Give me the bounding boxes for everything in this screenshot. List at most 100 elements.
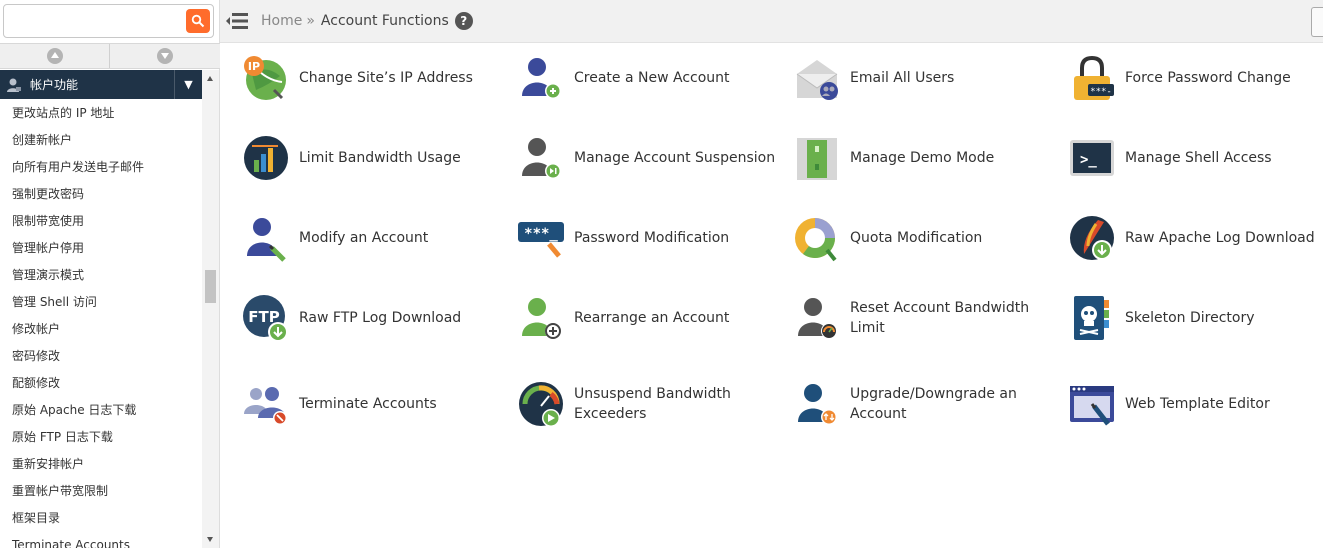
function-label[interactable]: Raw Apache Log Download (1125, 228, 1315, 248)
function-tile[interactable]: ***_ Password Modification (517, 208, 787, 268)
scroll-thumb[interactable] (205, 270, 216, 303)
function-label[interactable]: Web Template Editor (1125, 394, 1270, 414)
function-label[interactable]: Manage Account Suspension (574, 148, 775, 168)
sidebar-menu: 更改站点的 IP 地址 创建新帐户 向所有用户发送电子邮件 强制更改密码 限制带宽使用管… (0, 100, 202, 548)
sidebar-item[interactable]: 原始 Apache 日志下载 (0, 397, 202, 424)
caret-down-icon[interactable]: ▼ (174, 70, 202, 99)
sidebar-item[interactable]: 创建新帐户 (0, 127, 202, 154)
sidebar-item[interactable]: 框架目录 (0, 505, 202, 532)
terminate-icon (244, 387, 287, 425)
function-tile[interactable]: Raw Apache Log Download (1068, 208, 1323, 268)
bandwidth-icon (244, 136, 288, 180)
suspension-icon (522, 138, 561, 179)
function-tile[interactable]: Upgrade/Downgrade an Account (793, 374, 1063, 434)
svg-text:>_: >_ (1080, 152, 1097, 168)
function-label[interactable]: Rearrange an Account (574, 308, 729, 328)
sidebar-item[interactable]: 密码修改 (0, 343, 202, 370)
menu-toggle-icon[interactable] (226, 10, 250, 32)
svg-text:***_: ***_ (524, 226, 558, 242)
sidebar-item[interactable]: 限制带宽使用 (0, 208, 202, 235)
ftp-log-icon: FTP (243, 295, 288, 342)
password-icon: ***_ (518, 222, 564, 258)
function-label[interactable]: Quota Modification (850, 228, 982, 248)
function-tile[interactable]: Manage Demo Mode (793, 128, 1063, 188)
function-tile[interactable]: >_ Manage Shell Access (1068, 128, 1323, 188)
function-label[interactable]: Create a New Account (574, 68, 730, 88)
topbar-right-control[interactable] (1311, 7, 1323, 37)
sidebar-item[interactable]: Terminate Accounts (0, 532, 202, 548)
function-label[interactable]: Terminate Accounts (299, 394, 437, 414)
demo-mode-icon (797, 138, 837, 180)
sidebar-item[interactable]: 强制更改密码 (0, 181, 202, 208)
function-label[interactable]: Force Password Change (1125, 68, 1291, 88)
breadcrumb-home[interactable]: Home (261, 13, 302, 29)
function-tile[interactable]: Skeleton Directory (1068, 288, 1323, 348)
sidebar-group-header[interactable]: 帐户功能 ▼ (0, 70, 202, 99)
skeleton-icon (1074, 296, 1109, 340)
function-label[interactable]: Email All Users (850, 68, 954, 88)
function-tile[interactable]: Create a New Account (517, 48, 787, 108)
sidebar-item[interactable]: 配额修改 (0, 370, 202, 397)
function-label[interactable]: Change Site’s IP Address (299, 68, 473, 88)
search-icon (191, 14, 205, 28)
function-tile[interactable]: Quota Modification (793, 208, 1063, 268)
svg-text:***-: ***- (1090, 87, 1112, 97)
function-label[interactable]: Reset Account Bandwidth Limit (850, 298, 1063, 338)
breadcrumb-separator: » (306, 13, 315, 29)
function-label[interactable]: Skeleton Directory (1125, 308, 1255, 328)
function-label[interactable]: Unsuspend Bandwidth Exceeders (574, 384, 744, 424)
top-bar: Home » Account Functions ? (220, 0, 1323, 43)
function-label[interactable]: Raw FTP Log Download (299, 308, 461, 328)
function-tile[interactable]: Unsuspend Bandwidth Exceeders (517, 374, 787, 434)
search-box (3, 4, 214, 38)
sidebar-item[interactable]: 更改站点的 IP 地址 (0, 100, 202, 127)
function-label[interactable]: Manage Shell Access (1125, 148, 1272, 168)
collapse-all-button[interactable] (110, 44, 220, 68)
sidebar-item[interactable]: 管理帐户停用 (0, 235, 202, 262)
search-button[interactable] (186, 9, 210, 33)
function-tile[interactable]: Web Template Editor (1068, 374, 1323, 434)
sidebar-item[interactable]: 重置帐户带宽限制 (0, 478, 202, 505)
chevron-down-icon (157, 48, 173, 64)
create-account-icon (522, 58, 561, 99)
function-label[interactable]: Manage Demo Mode (850, 148, 994, 168)
function-tile[interactable]: Modify an Account (242, 208, 512, 268)
function-tile[interactable]: Manage Account Suspension (517, 128, 787, 188)
sidebar-item[interactable]: 修改帐户 (0, 316, 202, 343)
expand-all-button[interactable] (0, 44, 110, 68)
function-label[interactable]: Upgrade/Downgrade an Account (850, 384, 1063, 424)
search-input[interactable] (10, 11, 180, 33)
rearrange-icon (522, 298, 561, 339)
sidebar-item[interactable]: 管理演示模式 (0, 262, 202, 289)
function-label[interactable]: Limit Bandwidth Usage (299, 148, 461, 168)
user-icon (7, 78, 21, 92)
function-tile[interactable]: Terminate Accounts (242, 374, 512, 434)
unsuspend-icon (519, 382, 563, 427)
scroll-up-arrow[interactable] (207, 76, 213, 81)
help-icon[interactable]: ? (454, 12, 473, 30)
sidebar-scrollbar[interactable] (202, 70, 219, 548)
email-users-icon (796, 60, 838, 100)
breadcrumb: Home » Account Functions ? (261, 12, 473, 30)
force-password-icon: ***- (1074, 55, 1114, 100)
breadcrumb-current: Account Functions (320, 13, 449, 29)
function-tile[interactable]: FTP Raw FTP Log Download (242, 288, 512, 348)
function-tile[interactable]: IP Change Site’s IP Address (242, 48, 512, 108)
function-tile[interactable]: Rearrange an Account (517, 288, 787, 348)
scroll-down-arrow[interactable] (207, 537, 213, 542)
function-tile[interactable]: Email All Users (793, 48, 1063, 108)
function-tile[interactable]: Reset Account Bandwidth Limit (793, 288, 1063, 348)
function-tile[interactable]: ***- Force Password Change (1068, 48, 1323, 108)
shell-icon: >_ (1070, 140, 1114, 176)
app: 帐户功能 ▼ 更改站点的 IP 地址 创建新帐户 向所有用户发送电子邮件 强制更改密码… (0, 0, 1323, 548)
function-tile[interactable]: Limit Bandwidth Usage (242, 128, 512, 188)
ip-address-icon: IP (244, 56, 286, 100)
upgrade-icon (798, 384, 837, 425)
sidebar-item[interactable]: 管理 Shell 访问 (0, 289, 202, 316)
sidebar: 帐户功能 ▼ 更改站点的 IP 地址 创建新帐户 向所有用户发送电子邮件 强制更改密码… (0, 0, 220, 548)
sidebar-item[interactable]: 重新安排帐户 (0, 451, 202, 478)
function-label[interactable]: Modify an Account (299, 228, 428, 248)
sidebar-item[interactable]: 原始 FTP 日志下载 (0, 424, 202, 451)
function-label[interactable]: Password Modification (574, 228, 729, 248)
sidebar-item[interactable]: 向所有用户发送电子邮件 (0, 154, 202, 181)
